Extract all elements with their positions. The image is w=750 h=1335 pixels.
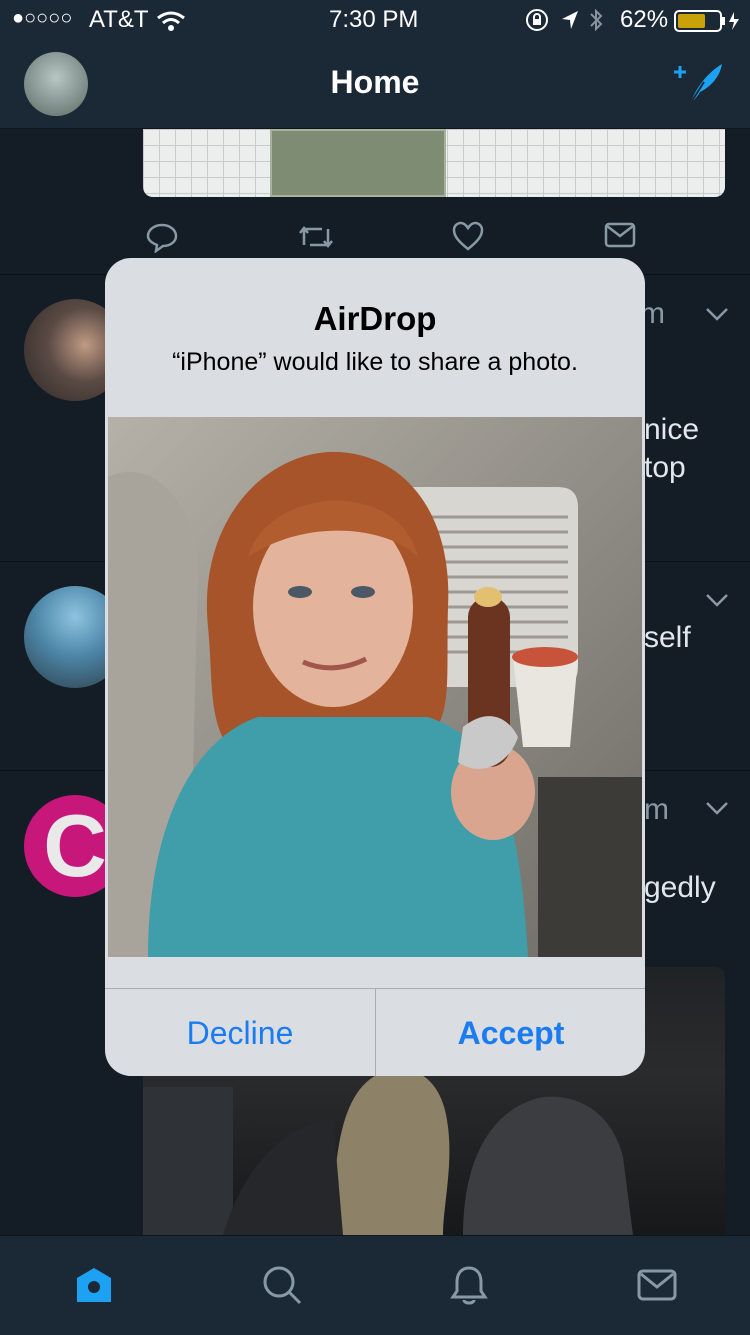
tweet-text: top <box>644 451 686 484</box>
tweet-text: gedly <box>644 871 716 904</box>
alert-buttons: Decline Accept <box>105 988 645 1076</box>
tweet-image[interactable] <box>143 129 725 197</box>
search-icon[interactable] <box>261 1264 303 1306</box>
accept-button[interactable]: Accept <box>376 989 645 1076</box>
battery-icon <box>674 10 739 32</box>
tab-bar <box>0 1235 750 1335</box>
decline-button[interactable]: Decline <box>105 989 375 1076</box>
reply-icon[interactable] <box>146 221 178 253</box>
bluetooth-icon <box>590 8 603 32</box>
chevron-down-icon[interactable] <box>705 593 729 607</box>
location-arrow-icon <box>562 11 578 29</box>
tweet-timestamp: m <box>644 793 669 826</box>
navigation-bar: Home <box>0 40 750 129</box>
clock: 7:30 PM <box>329 6 419 33</box>
chevron-down-icon[interactable] <box>705 801 729 815</box>
battery-percent: 62% <box>620 6 669 33</box>
alert-message: “iPhone” would like to share a photo. <box>172 348 578 376</box>
home-icon[interactable] <box>73 1264 115 1306</box>
like-icon[interactable] <box>452 221 484 251</box>
signal-strength: ●○○○○ <box>12 7 73 29</box>
shared-photo-preview <box>108 417 642 957</box>
tweet-text: nice <box>644 413 700 446</box>
page-title: Home <box>330 64 420 100</box>
airdrop-alert: AirDrop “iPhone” would like to share a p… <box>105 258 645 1076</box>
chevron-down-icon[interactable] <box>705 307 729 321</box>
notifications-bell-icon[interactable] <box>448 1264 490 1306</box>
rotation-lock-icon <box>526 9 548 31</box>
compose-tweet-icon[interactable] <box>674 60 726 108</box>
messages-envelope-icon[interactable] <box>636 1264 678 1306</box>
dollar-bill-photo <box>270 129 446 197</box>
direct-message-icon[interactable] <box>604 221 636 249</box>
status-bar: ●○○○○ AT&T 7:30 PM 62% <box>0 0 750 40</box>
carrier-label: AT&T <box>89 6 149 33</box>
retweet-icon[interactable] <box>298 221 334 253</box>
wifi-icon <box>157 11 185 31</box>
woman-with-corndog-photo <box>108 417 642 957</box>
alert-title: AirDrop <box>313 300 437 337</box>
tweet-text: self <box>644 621 691 654</box>
avatar-letter: C <box>43 796 107 895</box>
